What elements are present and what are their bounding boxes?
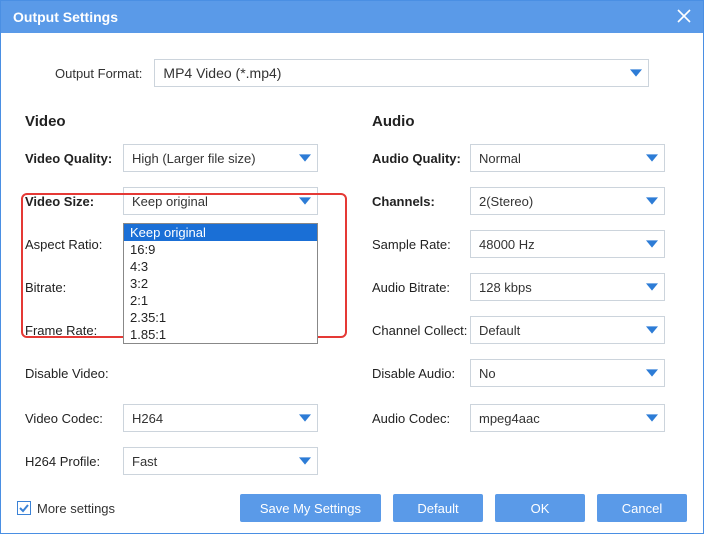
- more-settings-label: More settings: [37, 501, 115, 516]
- chevron-down-icon: [646, 152, 658, 164]
- more-settings-checkbox[interactable]: More settings: [17, 501, 115, 516]
- channels-value: 2(Stereo): [479, 194, 533, 209]
- chevron-down-icon: [630, 67, 642, 79]
- aspect-ratio-label: Aspect Ratio:: [25, 237, 123, 252]
- channels-label: Channels:: [372, 194, 470, 209]
- audio-codec-value: mpeg4aac: [479, 411, 540, 426]
- ok-button[interactable]: OK: [495, 494, 585, 522]
- video-quality-select[interactable]: High (Larger file size): [123, 144, 318, 172]
- video-column: Video Video Quality: High (Larger file s…: [25, 113, 332, 490]
- video-size-value: Keep original: [132, 194, 208, 209]
- aspect-ratio-dropdown[interactable]: Keep original 16:9 4:3 3:2 2:1 2.35:1 1.…: [123, 223, 318, 344]
- chevron-down-icon: [299, 412, 311, 424]
- aspect-option[interactable]: 1.85:1: [124, 326, 317, 343]
- chevron-down-icon: [299, 195, 311, 207]
- chevron-down-icon: [646, 195, 658, 207]
- save-settings-button[interactable]: Save My Settings: [240, 494, 381, 522]
- audio-quality-select[interactable]: Normal: [470, 144, 665, 172]
- audio-bitrate-value: 128 kbps: [479, 280, 532, 295]
- sample-rate-select[interactable]: 48000 Hz: [470, 230, 665, 258]
- sample-rate-value: 48000 Hz: [479, 237, 535, 252]
- h264-profile-label: H264 Profile:: [25, 454, 123, 469]
- aspect-option[interactable]: Keep original: [124, 224, 317, 241]
- audio-codec-label: Audio Codec:: [372, 411, 470, 426]
- video-codec-value: H264: [132, 411, 163, 426]
- video-codec-select[interactable]: H264: [123, 404, 318, 432]
- audio-quality-label: Audio Quality:: [372, 151, 470, 166]
- frame-rate-label: Frame Rate:: [25, 323, 123, 338]
- output-format-value: MP4 Video (*.mp4): [163, 65, 281, 81]
- aspect-option[interactable]: 4:3: [124, 258, 317, 275]
- chevron-down-icon: [646, 238, 658, 250]
- chevron-down-icon: [646, 324, 658, 336]
- body: Output Format: MP4 Video (*.mp4) Video V…: [1, 33, 703, 490]
- chevron-down-icon: [646, 281, 658, 293]
- h264-profile-value: Fast: [132, 454, 157, 469]
- audio-column: Audio Audio Quality: Normal Channels: 2(…: [372, 113, 679, 490]
- aspect-option[interactable]: 3:2: [124, 275, 317, 292]
- disable-audio-value: No: [479, 366, 496, 381]
- chevron-down-icon: [299, 152, 311, 164]
- aspect-option[interactable]: 2.35:1: [124, 309, 317, 326]
- output-format-label: Output Format:: [55, 66, 142, 81]
- audio-bitrate-label: Audio Bitrate:: [372, 280, 470, 295]
- video-quality-label: Video Quality:: [25, 151, 123, 166]
- aspect-option[interactable]: 16:9: [124, 241, 317, 258]
- aspect-option[interactable]: 2:1: [124, 292, 317, 309]
- default-button[interactable]: Default: [393, 494, 483, 522]
- disable-audio-select[interactable]: No: [470, 359, 665, 387]
- channel-collect-label: Channel Collect:: [372, 323, 470, 338]
- chevron-down-icon: [299, 455, 311, 467]
- video-size-select[interactable]: Keep original: [123, 187, 318, 215]
- video-section-title: Video: [25, 113, 332, 130]
- disable-video-label: Disable Video:: [25, 366, 123, 381]
- channels-select[interactable]: 2(Stereo): [470, 187, 665, 215]
- sample-rate-label: Sample Rate:: [372, 237, 470, 252]
- video-codec-label: Video Codec:: [25, 411, 123, 426]
- channel-collect-value: Default: [479, 323, 520, 338]
- footer: More settings Save My Settings Default O…: [1, 483, 703, 533]
- video-bitrate-label: Bitrate:: [25, 280, 123, 295]
- window-title: Output Settings: [13, 9, 118, 25]
- video-quality-value: High (Larger file size): [132, 151, 256, 166]
- audio-codec-select[interactable]: mpeg4aac: [470, 404, 665, 432]
- output-format-select[interactable]: MP4 Video (*.mp4): [154, 59, 649, 87]
- chevron-down-icon: [646, 367, 658, 379]
- cancel-button[interactable]: Cancel: [597, 494, 687, 522]
- audio-section-title: Audio: [372, 113, 679, 130]
- checkbox-icon: [17, 501, 31, 515]
- close-icon[interactable]: [677, 9, 691, 26]
- h264-profile-select[interactable]: Fast: [123, 447, 318, 475]
- audio-bitrate-select[interactable]: 128 kbps: [470, 273, 665, 301]
- disable-audio-label: Disable Audio:: [372, 366, 470, 381]
- chevron-down-icon: [646, 412, 658, 424]
- audio-quality-value: Normal: [479, 151, 521, 166]
- video-size-label: Video Size:: [25, 194, 123, 209]
- output-format-row: Output Format: MP4 Video (*.mp4): [25, 53, 679, 113]
- titlebar: Output Settings: [1, 1, 703, 33]
- channel-collect-select[interactable]: Default: [470, 316, 665, 344]
